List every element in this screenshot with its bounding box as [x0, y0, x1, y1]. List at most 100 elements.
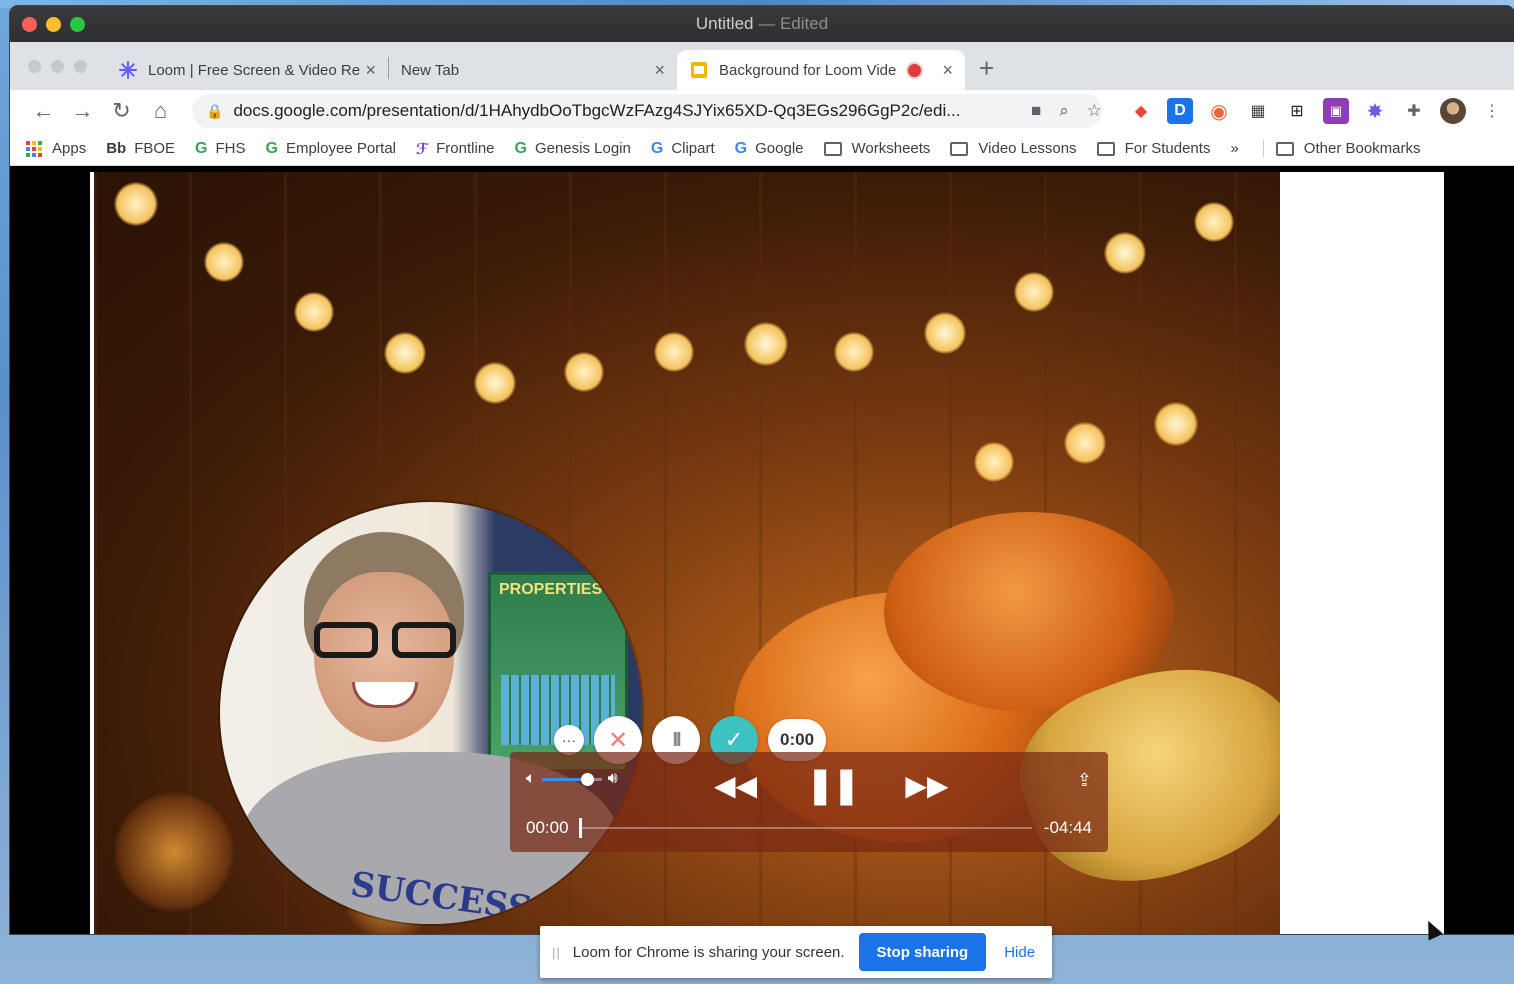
bokeh-light	[1194, 202, 1234, 242]
current-time: 00:00	[526, 818, 569, 837]
volume-slider-knob[interactable]	[580, 772, 594, 786]
bokeh-light	[474, 362, 516, 404]
pause-icon[interactable]: ❚❚	[805, 764, 861, 806]
forward-button[interactable]: →	[63, 98, 102, 124]
inner-zoom-dot[interactable]	[74, 60, 87, 73]
tab-loom-close-icon[interactable]: ×	[365, 60, 376, 81]
bookmark-for-students[interactable]: For Students	[1096, 140, 1211, 157]
green-g-icon: G	[195, 139, 208, 157]
volume-high-icon[interactable]: 🔊︎	[608, 770, 618, 788]
folder-icon	[823, 141, 842, 156]
tab-background-close-icon[interactable]: ×	[942, 60, 953, 81]
camera-icon[interactable]: ■	[1031, 101, 1041, 121]
poster-title: PROPERTIES	[499, 581, 603, 598]
playback-timeline: 00:00 -04:44	[526, 818, 1092, 838]
screen-sharing-banner: || Loom for Chrome is sharing your scree…	[540, 926, 1052, 978]
profile-avatar[interactable]	[1440, 98, 1466, 124]
google-g-icon: G	[650, 139, 664, 157]
extension-grid-icon[interactable]: ⊞	[1284, 98, 1310, 124]
bookmark-fboe[interactable]: Bb FBOE	[106, 140, 175, 157]
bokeh-light	[1014, 272, 1054, 312]
google-g-icon: G	[734, 139, 748, 157]
volume-slider[interactable]	[541, 772, 602, 786]
chrome-browser: Loom | Free Screen & Video Re × New Tab …	[10, 42, 1514, 934]
bookmark-google[interactable]: G Google	[735, 140, 804, 158]
home-button[interactable]: ⌂	[141, 98, 180, 124]
volume-low-icon[interactable]: 🔈︎	[526, 770, 536, 788]
extension-record-icon[interactable]: ◉	[1206, 98, 1232, 124]
chrome-menu-icon[interactable]: ⋮	[1479, 98, 1505, 124]
extension-colorful-icon[interactable]: ▣	[1323, 98, 1349, 124]
back-button[interactable]: ←	[24, 98, 63, 124]
bookmark-fhs[interactable]: G FHS	[195, 140, 245, 158]
fast-forward-icon[interactable]: ▶▶	[905, 769, 948, 802]
inner-minimize-dot[interactable]	[51, 60, 64, 73]
window-title-text: Untitled	[695, 14, 754, 33]
bokeh-light	[204, 242, 244, 282]
window-titlebar: Untitled — Edited	[10, 6, 1514, 42]
bookmarks-overflow-button[interactable]: »	[1230, 140, 1238, 157]
bookmark-genesis-login[interactable]: G Genesis Login	[515, 140, 631, 158]
glasses	[314, 622, 458, 662]
extension-loom-icon[interactable]: ✸	[1362, 98, 1388, 124]
drag-handle-icon[interactable]: ||	[552, 945, 561, 960]
share-icon[interactable]: ⇪	[1077, 770, 1092, 791]
frontline-icon: ℱ	[416, 140, 429, 158]
bookmark-employee-portal[interactable]: G Employee Portal	[266, 140, 397, 158]
blackboard-icon: Bb	[106, 140, 127, 157]
bokeh-light	[924, 312, 966, 354]
bookmark-label: Clipart	[671, 140, 715, 157]
bookmark-label: Video Lessons	[978, 140, 1077, 157]
reload-button[interactable]: ↻	[102, 98, 141, 124]
bookmark-clipart[interactable]: G Clipart	[651, 140, 715, 158]
tab-background-for-loom[interactable]: Background for Loom Vide ×	[677, 50, 965, 90]
sharing-message: Loom for Chrome is sharing your screen.	[572, 943, 845, 961]
bokeh-light	[294, 292, 334, 332]
browser-toolbar: ← → ↻ ⌂ 🔒 docs.google.com/presentation/d…	[10, 90, 1514, 132]
tab-new-tab-close-icon[interactable]: ×	[654, 60, 665, 81]
window-title-suffix: — Edited	[758, 14, 829, 33]
bookmark-label: For Students	[1124, 140, 1211, 157]
bookmark-frontline[interactable]: ℱ Frontline	[416, 140, 494, 158]
tab-strip: Loom | Free Screen & Video Re × New Tab …	[10, 42, 1514, 90]
extension-puzzle-red-icon[interactable]: ◆	[1128, 98, 1154, 124]
bookmark-label: Genesis Login	[534, 140, 631, 157]
zoom-icon[interactable]: ⌕	[1059, 101, 1069, 121]
lock-icon[interactable]: 🔒	[206, 103, 223, 120]
extension-clapper-icon[interactable]: ▦	[1245, 98, 1271, 124]
stop-sharing-button[interactable]: Stop sharing	[858, 933, 987, 971]
bookmark-label: Employee Portal	[285, 140, 397, 157]
tab-loom[interactable]: Loom | Free Screen & Video Re ×	[106, 50, 388, 90]
extensions-puzzle-icon[interactable]: ✚	[1401, 98, 1427, 124]
page-content: PROPERTIES SUCCESS ··· ✕ II ✓ 0:00 🔈︎ 🔊︎…	[10, 172, 1514, 934]
bookmark-label: FHS	[215, 140, 246, 157]
bookmark-apps[interactable]: Apps	[26, 140, 86, 157]
bokeh-light	[834, 332, 874, 372]
bookmark-worksheets[interactable]: Worksheets	[823, 140, 930, 157]
loom-favicon-icon	[118, 60, 138, 80]
inner-window-controls	[28, 60, 87, 73]
bokeh-light	[654, 332, 694, 372]
green-g-icon: G	[265, 139, 278, 157]
hide-banner-button[interactable]: Hide	[1004, 944, 1035, 961]
bookmark-other-bookmarks[interactable]: Other Bookmarks	[1262, 140, 1421, 157]
address-bar[interactable]: 🔒 docs.google.com/presentation/d/1HAhydb…	[192, 94, 1102, 128]
more-options-icon[interactable]: ···	[554, 725, 584, 755]
bokeh-light	[1154, 402, 1198, 446]
bookmarks-bar: Apps Bb FBOE G FHS G Employee Portal ℱ F…	[10, 132, 1514, 166]
bookmark-star-icon[interactable]: ☆	[1087, 101, 1102, 121]
new-tab-button[interactable]: +	[979, 53, 994, 84]
bokeh-light	[974, 442, 1014, 482]
inner-close-dot[interactable]	[28, 60, 41, 73]
scrub-bar[interactable]	[578, 818, 1032, 838]
bookmark-label: Other Bookmarks	[1303, 140, 1421, 157]
extension-d-icon[interactable]: D	[1167, 98, 1193, 124]
webcam-bubble[interactable]: PROPERTIES SUCCESS	[220, 502, 642, 924]
url-text[interactable]: docs.google.com/presentation/d/1HAhydbOo…	[233, 101, 1013, 121]
bookmark-video-lessons[interactable]: Video Lessons	[950, 140, 1077, 157]
bookmark-label: Google	[755, 140, 804, 157]
apps-grid-icon	[26, 140, 42, 157]
scrub-handle[interactable]	[578, 818, 582, 838]
rewind-icon[interactable]: ◀◀	[714, 769, 757, 802]
tab-new-tab[interactable]: New Tab ×	[389, 50, 677, 90]
